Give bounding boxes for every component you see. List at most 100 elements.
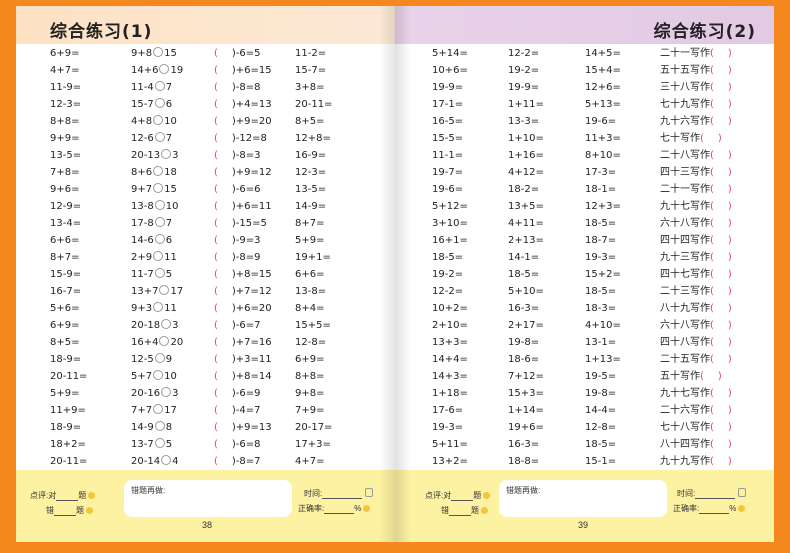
answer-paren[interactable]: ( xyxy=(214,456,218,467)
compare-circle[interactable] xyxy=(154,421,165,431)
answer-paren[interactable]: ( xyxy=(214,388,218,399)
answer-paren[interactable]: ( xyxy=(710,388,714,399)
answer-paren[interactable]: ( xyxy=(214,150,218,161)
answer-paren[interactable]: ( xyxy=(214,303,218,314)
answer-paren[interactable]: ( xyxy=(214,286,218,297)
time-blank[interactable] xyxy=(695,490,736,499)
answer-paren[interactable]: ( xyxy=(710,116,714,127)
answer-paren[interactable]: ( xyxy=(710,337,714,348)
answer-paren[interactable]: ( xyxy=(710,303,714,314)
correct-blank[interactable] xyxy=(451,492,474,501)
compare-right: 3 xyxy=(172,150,179,161)
answer-paren[interactable]: ( xyxy=(214,422,218,433)
compare-circle[interactable] xyxy=(153,183,164,193)
answer-paren[interactable]: ( xyxy=(700,133,704,144)
answer-paren[interactable]: ( xyxy=(710,65,714,76)
smile-icon xyxy=(483,492,491,499)
time-blank[interactable] xyxy=(322,490,363,499)
compare-circle[interactable] xyxy=(153,302,164,312)
compare-circle[interactable] xyxy=(161,319,172,329)
answer-paren[interactable]: ( xyxy=(214,354,218,365)
answer-paren[interactable]: ( xyxy=(710,201,714,212)
accuracy-blank[interactable] xyxy=(699,505,730,514)
answer-paren[interactable]: ( xyxy=(214,167,218,178)
answer-paren[interactable]: ( xyxy=(214,99,218,110)
compare-circle[interactable] xyxy=(154,98,165,108)
compare-circle[interactable] xyxy=(154,132,165,142)
compare-circle[interactable] xyxy=(161,387,172,397)
answer-paren[interactable]: ( xyxy=(214,116,218,127)
answer-paren[interactable]: ( xyxy=(214,337,218,348)
compare-circle[interactable] xyxy=(153,370,164,380)
answer-paren[interactable]: ( xyxy=(710,167,714,178)
wrong-blank[interactable] xyxy=(54,507,76,516)
answer-paren[interactable]: ( xyxy=(214,235,218,246)
answer-paren[interactable]: ( xyxy=(710,99,714,110)
exercise-cell: 7+12= xyxy=(508,371,544,382)
compare-right: 18 xyxy=(164,167,177,178)
answer-paren[interactable]: ( xyxy=(710,82,714,93)
fill-exercise: ()+4=13 xyxy=(214,96,272,113)
compare-right: 20 xyxy=(170,337,184,348)
answer-paren[interactable]: ( xyxy=(214,133,218,144)
compare-circle[interactable] xyxy=(153,47,164,57)
answer-paren[interactable]: ( xyxy=(710,354,714,365)
answer-paren[interactable]: ( xyxy=(710,286,714,297)
answer-paren[interactable]: ( xyxy=(710,320,714,331)
answer-paren[interactable]: ( xyxy=(214,218,218,229)
compare-right: 19 xyxy=(170,65,184,76)
wrong-blank[interactable] xyxy=(449,507,471,516)
answer-paren[interactable]: ( xyxy=(710,456,714,467)
compare-exercise: 2+9 11 xyxy=(131,249,177,266)
compare-circle[interactable] xyxy=(154,438,165,448)
left-redo-box[interactable]: 错题再做: xyxy=(124,480,292,517)
compare-circle[interactable] xyxy=(159,285,170,295)
answer-paren[interactable]: ( xyxy=(214,405,218,416)
answer-paren[interactable]: ( xyxy=(214,320,218,331)
write-exercise: 七十写作() xyxy=(660,130,722,147)
answer-paren[interactable]: ( xyxy=(214,201,218,212)
answer-paren[interactable]: ( xyxy=(710,269,714,280)
compare-circle[interactable] xyxy=(153,251,164,261)
compare-circle[interactable] xyxy=(154,353,165,363)
compare-circle[interactable] xyxy=(153,404,164,414)
answer-paren[interactable]: ( xyxy=(710,405,714,416)
answer-paren[interactable]: ( xyxy=(214,371,218,382)
accuracy-blank[interactable] xyxy=(324,505,355,514)
compare-circle[interactable] xyxy=(161,455,172,465)
compare-circle[interactable] xyxy=(154,217,165,227)
answer-paren[interactable]: ( xyxy=(710,439,714,450)
exercise-row: 19-3= 19+6= 12-8= 七十八写作() xyxy=(395,419,774,436)
left-accuracy: 正确率:% xyxy=(298,503,371,514)
answer-paren[interactable]: ( xyxy=(710,48,714,59)
answer-paren[interactable]: ( xyxy=(710,218,714,229)
answer-paren[interactable]: ( xyxy=(214,439,218,450)
exercise-row: 18-5= 14-1= 19-3= 九十三写作() xyxy=(395,249,774,266)
write-exercise: 二十五写作() xyxy=(660,351,732,368)
answer-paren[interactable]: ( xyxy=(700,371,704,382)
correct-blank[interactable] xyxy=(56,492,79,501)
answer-paren[interactable]: ( xyxy=(710,422,714,433)
answer-paren[interactable]: ( xyxy=(710,252,714,263)
answer-paren[interactable]: ( xyxy=(710,184,714,195)
exercise-cell: 13-8= xyxy=(295,286,327,297)
answer-paren[interactable]: ( xyxy=(214,65,218,76)
answer-paren[interactable]: ( xyxy=(214,184,218,195)
compare-circle[interactable] xyxy=(154,268,165,278)
compare-circle[interactable] xyxy=(153,166,164,176)
compare-circle[interactable] xyxy=(154,81,165,91)
compare-circle[interactable] xyxy=(154,200,165,210)
answer-paren[interactable]: ( xyxy=(214,252,218,263)
compare-circle[interactable] xyxy=(161,149,172,159)
answer-paren[interactable]: ( xyxy=(710,235,714,246)
answer-paren[interactable]: ( xyxy=(214,48,218,59)
answer-paren[interactable]: ( xyxy=(710,150,714,161)
write-label: 二十一写作 xyxy=(660,48,710,59)
compare-circle[interactable] xyxy=(159,64,170,74)
answer-paren[interactable]: ( xyxy=(214,269,218,280)
compare-circle[interactable] xyxy=(154,234,165,244)
compare-circle[interactable] xyxy=(153,115,164,125)
right-redo-box[interactable]: 错题再做: xyxy=(499,480,667,517)
compare-circle[interactable] xyxy=(159,336,170,346)
answer-paren[interactable]: ( xyxy=(214,82,218,93)
